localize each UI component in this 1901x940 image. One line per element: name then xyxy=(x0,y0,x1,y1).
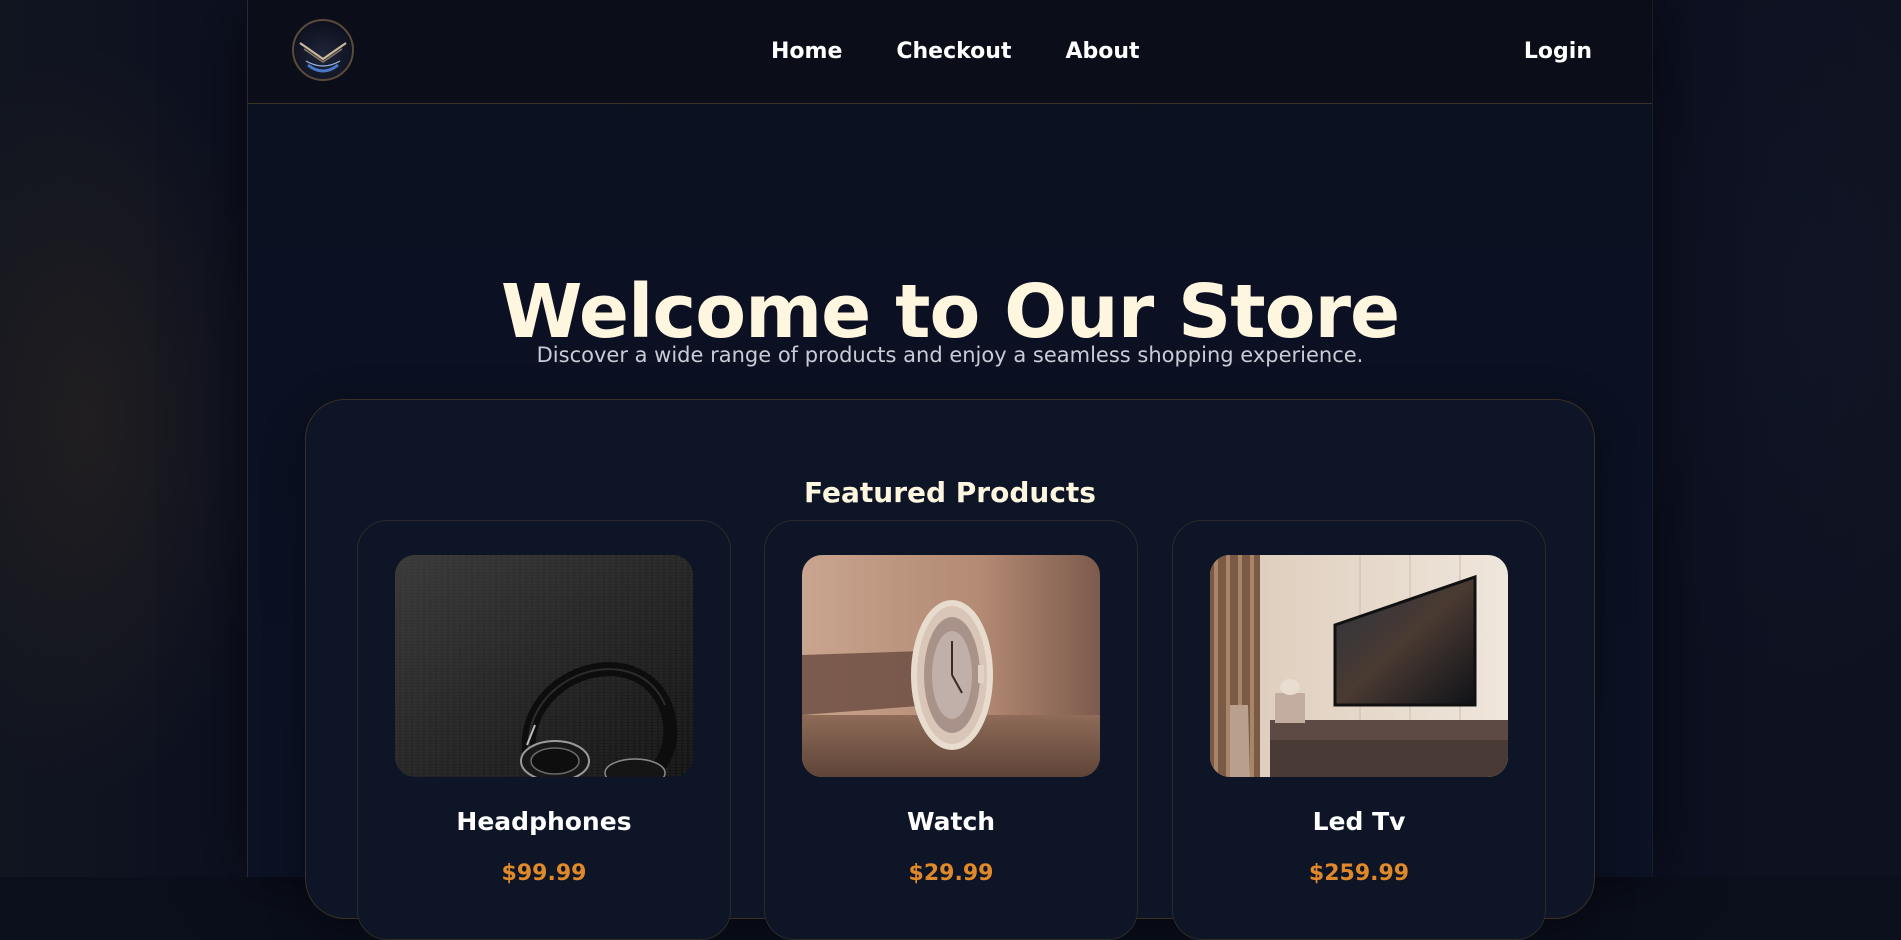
navbar: Home Checkout About Login xyxy=(248,0,1652,104)
nav-home-link[interactable]: Home xyxy=(771,38,842,66)
nav-checkout-link[interactable]: Checkout xyxy=(896,38,1011,66)
watch-image[interactable] xyxy=(802,555,1100,777)
hero-subtitle: Discover a wide range of products and en… xyxy=(536,343,1364,367)
product-name: Watch xyxy=(906,807,996,836)
login-link[interactable]: Login xyxy=(1524,38,1592,66)
app-frame: Home Checkout About Login Welcome to Our… xyxy=(247,0,1653,940)
product-card-headphones[interactable]: Headphones $99.99 xyxy=(357,520,731,940)
headphones-image[interactable] xyxy=(395,555,693,777)
product-name: Led Tv xyxy=(1312,807,1406,836)
product-card-watch[interactable]: Watch $29.99 xyxy=(764,520,1138,940)
section-title: Featured Products xyxy=(804,476,1096,510)
main-nav: Home Checkout About xyxy=(771,38,1140,66)
product-price: $259.99 xyxy=(1308,861,1410,886)
product-price: $29.99 xyxy=(908,861,994,886)
featured-products-section: Featured Products Headphones $99.99 Watc… xyxy=(305,399,1595,940)
product-price: $99.99 xyxy=(501,861,587,886)
product-name: Headphones xyxy=(456,807,632,836)
product-card-led-tv[interactable]: Led Tv $259.99 xyxy=(1172,520,1546,940)
nav-about-link[interactable]: About xyxy=(1065,38,1139,66)
chevron-logo-icon[interactable] xyxy=(292,19,354,81)
led-tv-image[interactable] xyxy=(1210,555,1508,777)
